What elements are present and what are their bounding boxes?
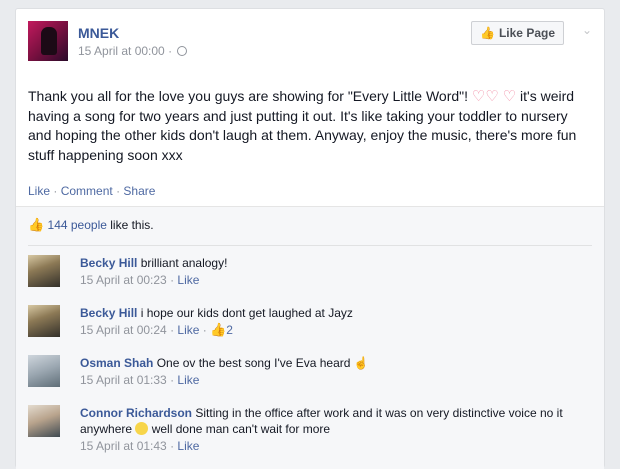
- comment-text: i hope our kids dont get laughed at Jayz: [140, 306, 353, 320]
- avatar[interactable]: [28, 255, 60, 287]
- thumbs-up-icon: 👍: [480, 26, 495, 40]
- comment-text: well done man can't wait for more: [151, 422, 331, 436]
- comment-body: Connor Richardson Sitting in the office …: [80, 405, 580, 454]
- comment-like-link[interactable]: Like: [177, 273, 199, 287]
- likes-count-link[interactable]: 144 people: [48, 218, 107, 232]
- comment-link[interactable]: Comment: [61, 184, 113, 198]
- smiley-icon: [135, 422, 149, 435]
- divider: [28, 245, 592, 246]
- comment-meta: 15 April at 00:24 · Like · 👍2: [80, 322, 233, 337]
- comment-author[interactable]: Becky Hill: [80, 256, 137, 270]
- avatar[interactable]: [28, 305, 60, 337]
- comment-body: Becky Hill brilliant analogy! 15 April a…: [80, 255, 580, 288]
- likes-suffix: like this.: [106, 218, 154, 232]
- post-text-part1: Thank you all for the love you guys are …: [28, 88, 469, 104]
- comment-meta: 15 April at 00:23 · Like: [80, 273, 200, 287]
- post-header: MNEK 15 April at 00:00 · 👍 Like Page ⌄: [28, 21, 592, 71]
- comment-meta: 15 April at 01:33 · Like: [80, 373, 200, 387]
- comment-time[interactable]: 15 April at 01:33: [80, 373, 167, 387]
- post-text: Thank you all for the love you guys are …: [28, 87, 594, 165]
- comment-like-link[interactable]: Like: [177, 439, 199, 453]
- thumbs-up-outline-icon: 👍: [210, 322, 227, 337]
- comment-author[interactable]: Becky Hill: [80, 306, 137, 320]
- thumbs-up-outline-icon: 👍: [28, 217, 45, 232]
- avatar[interactable]: [28, 355, 60, 387]
- comment-text: One ov the best song I've Eva heard: [156, 356, 351, 370]
- comment-time[interactable]: 15 April at 00:24: [80, 323, 167, 337]
- comment-like-link[interactable]: Like: [177, 373, 199, 387]
- comment-body: Becky Hill i hope our kids dont get laug…: [80, 305, 580, 338]
- separator: ·: [53, 184, 58, 198]
- pointing-hand-icon: ☝: [353, 356, 369, 370]
- comment-author[interactable]: Osman Shah: [80, 356, 153, 370]
- timestamp-text[interactable]: 15 April at 00:00 ·: [78, 44, 172, 58]
- like-page-button[interactable]: 👍 Like Page: [471, 21, 564, 45]
- comment-text: brilliant analogy!: [140, 256, 228, 270]
- avatar[interactable]: [28, 405, 60, 437]
- comment-meta: 15 April at 01:43 · Like: [80, 439, 200, 453]
- heart-icon: ♡♡: [471, 88, 499, 105]
- page-avatar[interactable]: [28, 21, 68, 61]
- like-link[interactable]: Like: [28, 184, 50, 198]
- comment-like-link[interactable]: Like: [177, 323, 199, 337]
- globe-icon: [177, 46, 188, 56]
- post-actions: Like · Comment · Share: [28, 184, 155, 198]
- comment-time[interactable]: 15 April at 00:23: [80, 273, 167, 287]
- comment-like-count[interactable]: 2: [226, 323, 233, 337]
- like-page-label: Like Page: [498, 26, 555, 40]
- likes-summary: 👍 144 people like this.: [28, 217, 154, 233]
- comment-author[interactable]: Connor Richardson: [80, 406, 192, 420]
- share-link[interactable]: Share: [123, 184, 155, 198]
- post-card: MNEK 15 April at 00:00 · 👍 Like Page ⌄ T…: [15, 8, 605, 469]
- heart-icon: ♡: [502, 88, 517, 105]
- page-name[interactable]: MNEK: [78, 25, 119, 41]
- chevron-down-icon[interactable]: ⌄: [582, 23, 592, 37]
- comment-time[interactable]: 15 April at 01:43: [80, 439, 167, 453]
- separator: ·: [116, 184, 121, 198]
- comment-body: Osman Shah One ov the best song I've Eva…: [80, 355, 580, 388]
- post-timestamp: 15 April at 00:00 ·: [78, 44, 188, 58]
- comments-section: 👍 144 people like this. Becky Hill brill…: [16, 206, 604, 469]
